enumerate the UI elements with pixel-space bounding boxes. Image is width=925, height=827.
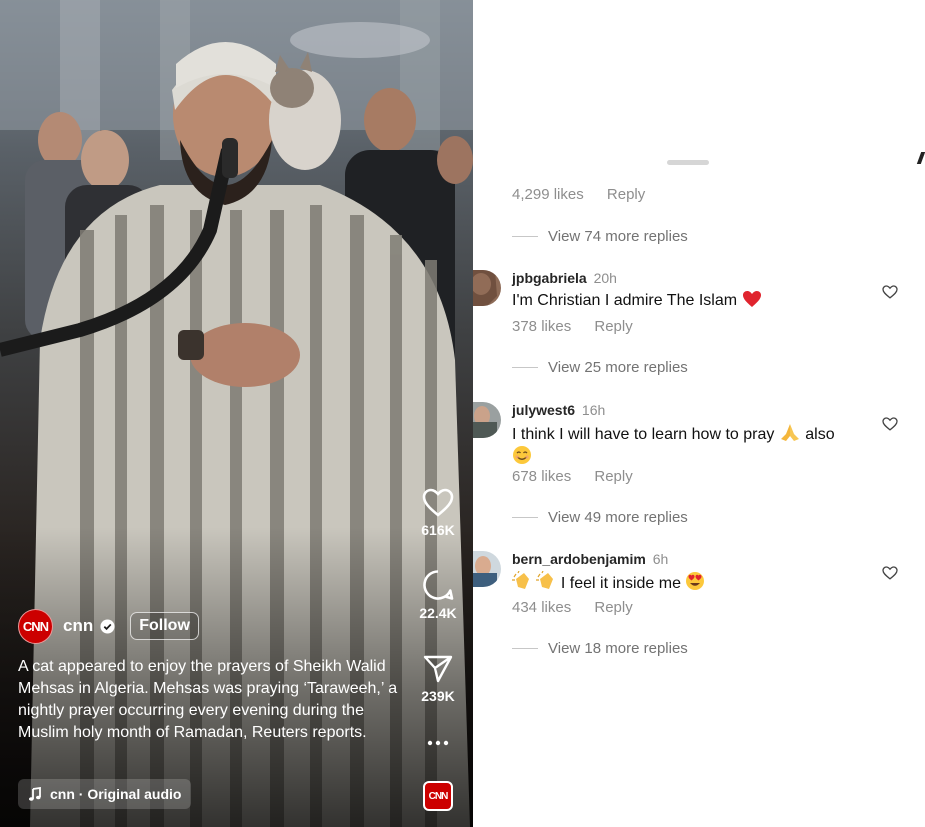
share-count: 239K — [421, 688, 455, 704]
owner-row: CNN cnn Follow — [18, 608, 199, 644]
comment-username[interactable]: julywest6 — [512, 402, 575, 418]
edge-mark — [916, 152, 925, 164]
view-more-label: View 25 more replies — [548, 359, 688, 376]
clapping-hands-emoji-icon — [512, 571, 529, 589]
comment-likes[interactable]: 378 likes — [512, 318, 571, 335]
owner-avatar[interactable]: CNN — [18, 608, 53, 644]
reply-button[interactable]: Reply — [607, 186, 645, 203]
comment-body: I think I will have to learn how to pray — [512, 426, 775, 443]
comment-header: julywest6 16h — [512, 402, 605, 418]
reply-button[interactable]: Reply — [594, 318, 632, 335]
audio-thumb-text: CNN — [428, 790, 449, 802]
divider-line — [512, 236, 538, 237]
folded-hands-emoji-icon — [780, 424, 799, 441]
more-dots-icon[interactable] — [427, 738, 449, 748]
view-more-replies[interactable]: View 74 more replies — [512, 228, 688, 245]
avatar[interactable] — [473, 551, 501, 587]
reel-video[interactable]: 616K 22.4K 239K CNN cnn Follow A cat app… — [0, 0, 473, 827]
comment-text: I think I will have to learn how to pray… — [512, 422, 872, 468]
comment-meta-top: 4,299 likes Reply — [512, 186, 645, 203]
divider-line — [512, 517, 538, 518]
comment-bubble-icon[interactable] — [422, 569, 454, 601]
comment-meta: 378 likes Reply — [512, 318, 633, 335]
comment-body: I'm Christian I admire The Islam — [512, 292, 738, 309]
reply-button[interactable]: Reply — [594, 599, 632, 616]
comment-time: 16h — [581, 402, 606, 418]
paper-plane-icon[interactable] — [423, 654, 453, 684]
avatar[interactable] — [473, 402, 501, 438]
comment-meta: 434 likes Reply — [512, 599, 633, 616]
comment-username[interactable]: jpbgabriela — [512, 270, 587, 286]
comment-action[interactable]: 22.4K — [408, 569, 468, 621]
comment-body-end: also — [805, 426, 835, 443]
smiling-face-emoji-icon — [513, 446, 531, 464]
clapping-hands-emoji-icon — [536, 571, 554, 589]
view-more-replies[interactable]: View 25 more replies — [512, 359, 688, 376]
audio-pill[interactable]: cnn · Original audio — [18, 779, 192, 809]
reel-caption[interactable]: A cat appeared to enjoy the prayers of S… — [18, 656, 403, 744]
view-more-label: View 74 more replies — [548, 228, 688, 245]
comment-text: I feel it inside me — [512, 571, 872, 594]
heart-icon[interactable] — [882, 417, 898, 431]
avatar[interactable] — [473, 270, 501, 306]
view-more-label: View 18 more replies — [548, 640, 688, 657]
comment-time: 6h — [652, 551, 669, 567]
comment-likes[interactable]: 678 likes — [512, 468, 571, 485]
comment-text: I'm Christian I admire The Islam — [512, 290, 872, 311]
share-action[interactable]: 239K — [408, 654, 468, 704]
like-count: 616K — [421, 522, 455, 538]
comment-header: bern_ardobenjamim 6h — [512, 551, 668, 567]
heart-icon[interactable] — [422, 488, 454, 518]
verified-badge-icon — [100, 618, 115, 634]
comment-body: I feel it inside me — [560, 575, 681, 592]
comment-likes[interactable]: 434 likes — [512, 599, 571, 616]
view-more-replies[interactable]: View 18 more replies — [512, 640, 688, 657]
view-more-replies[interactable]: View 49 more replies — [512, 509, 688, 526]
divider-line — [512, 367, 538, 368]
sheet-drag-handle[interactable] — [667, 160, 709, 165]
owner-logo-text: CNN — [22, 618, 49, 634]
comment-time: 20h — [593, 270, 617, 286]
view-more-label: View 49 more replies — [548, 509, 688, 526]
music-note-icon — [29, 787, 41, 801]
like-action[interactable]: 616K — [408, 488, 468, 538]
audio-thumbnail[interactable]: CNN — [423, 781, 453, 811]
owner-username[interactable]: cnn — [63, 616, 93, 636]
red-heart-emoji-icon — [742, 291, 761, 307]
heart-eyes-emoji-icon — [686, 572, 705, 590]
divider-line — [512, 648, 538, 649]
comments-panel: 4,299 likes Reply View 74 more replies j… — [473, 0, 925, 827]
follow-button[interactable]: Follow — [130, 612, 199, 640]
comment-username[interactable]: bern_ardobenjamim — [512, 551, 646, 567]
comment-likes[interactable]: 4,299 likes — [512, 186, 584, 203]
comment-count: 22.4K — [419, 605, 457, 621]
comment-header: jpbgabriela 20h — [512, 270, 617, 286]
heart-icon[interactable] — [882, 566, 898, 580]
comment-meta: 678 likes Reply — [512, 468, 633, 485]
heart-icon[interactable] — [882, 285, 898, 299]
reply-button[interactable]: Reply — [594, 468, 632, 485]
audio-label: cnn · Original audio — [50, 786, 182, 802]
more-options-button[interactable] — [408, 738, 468, 748]
